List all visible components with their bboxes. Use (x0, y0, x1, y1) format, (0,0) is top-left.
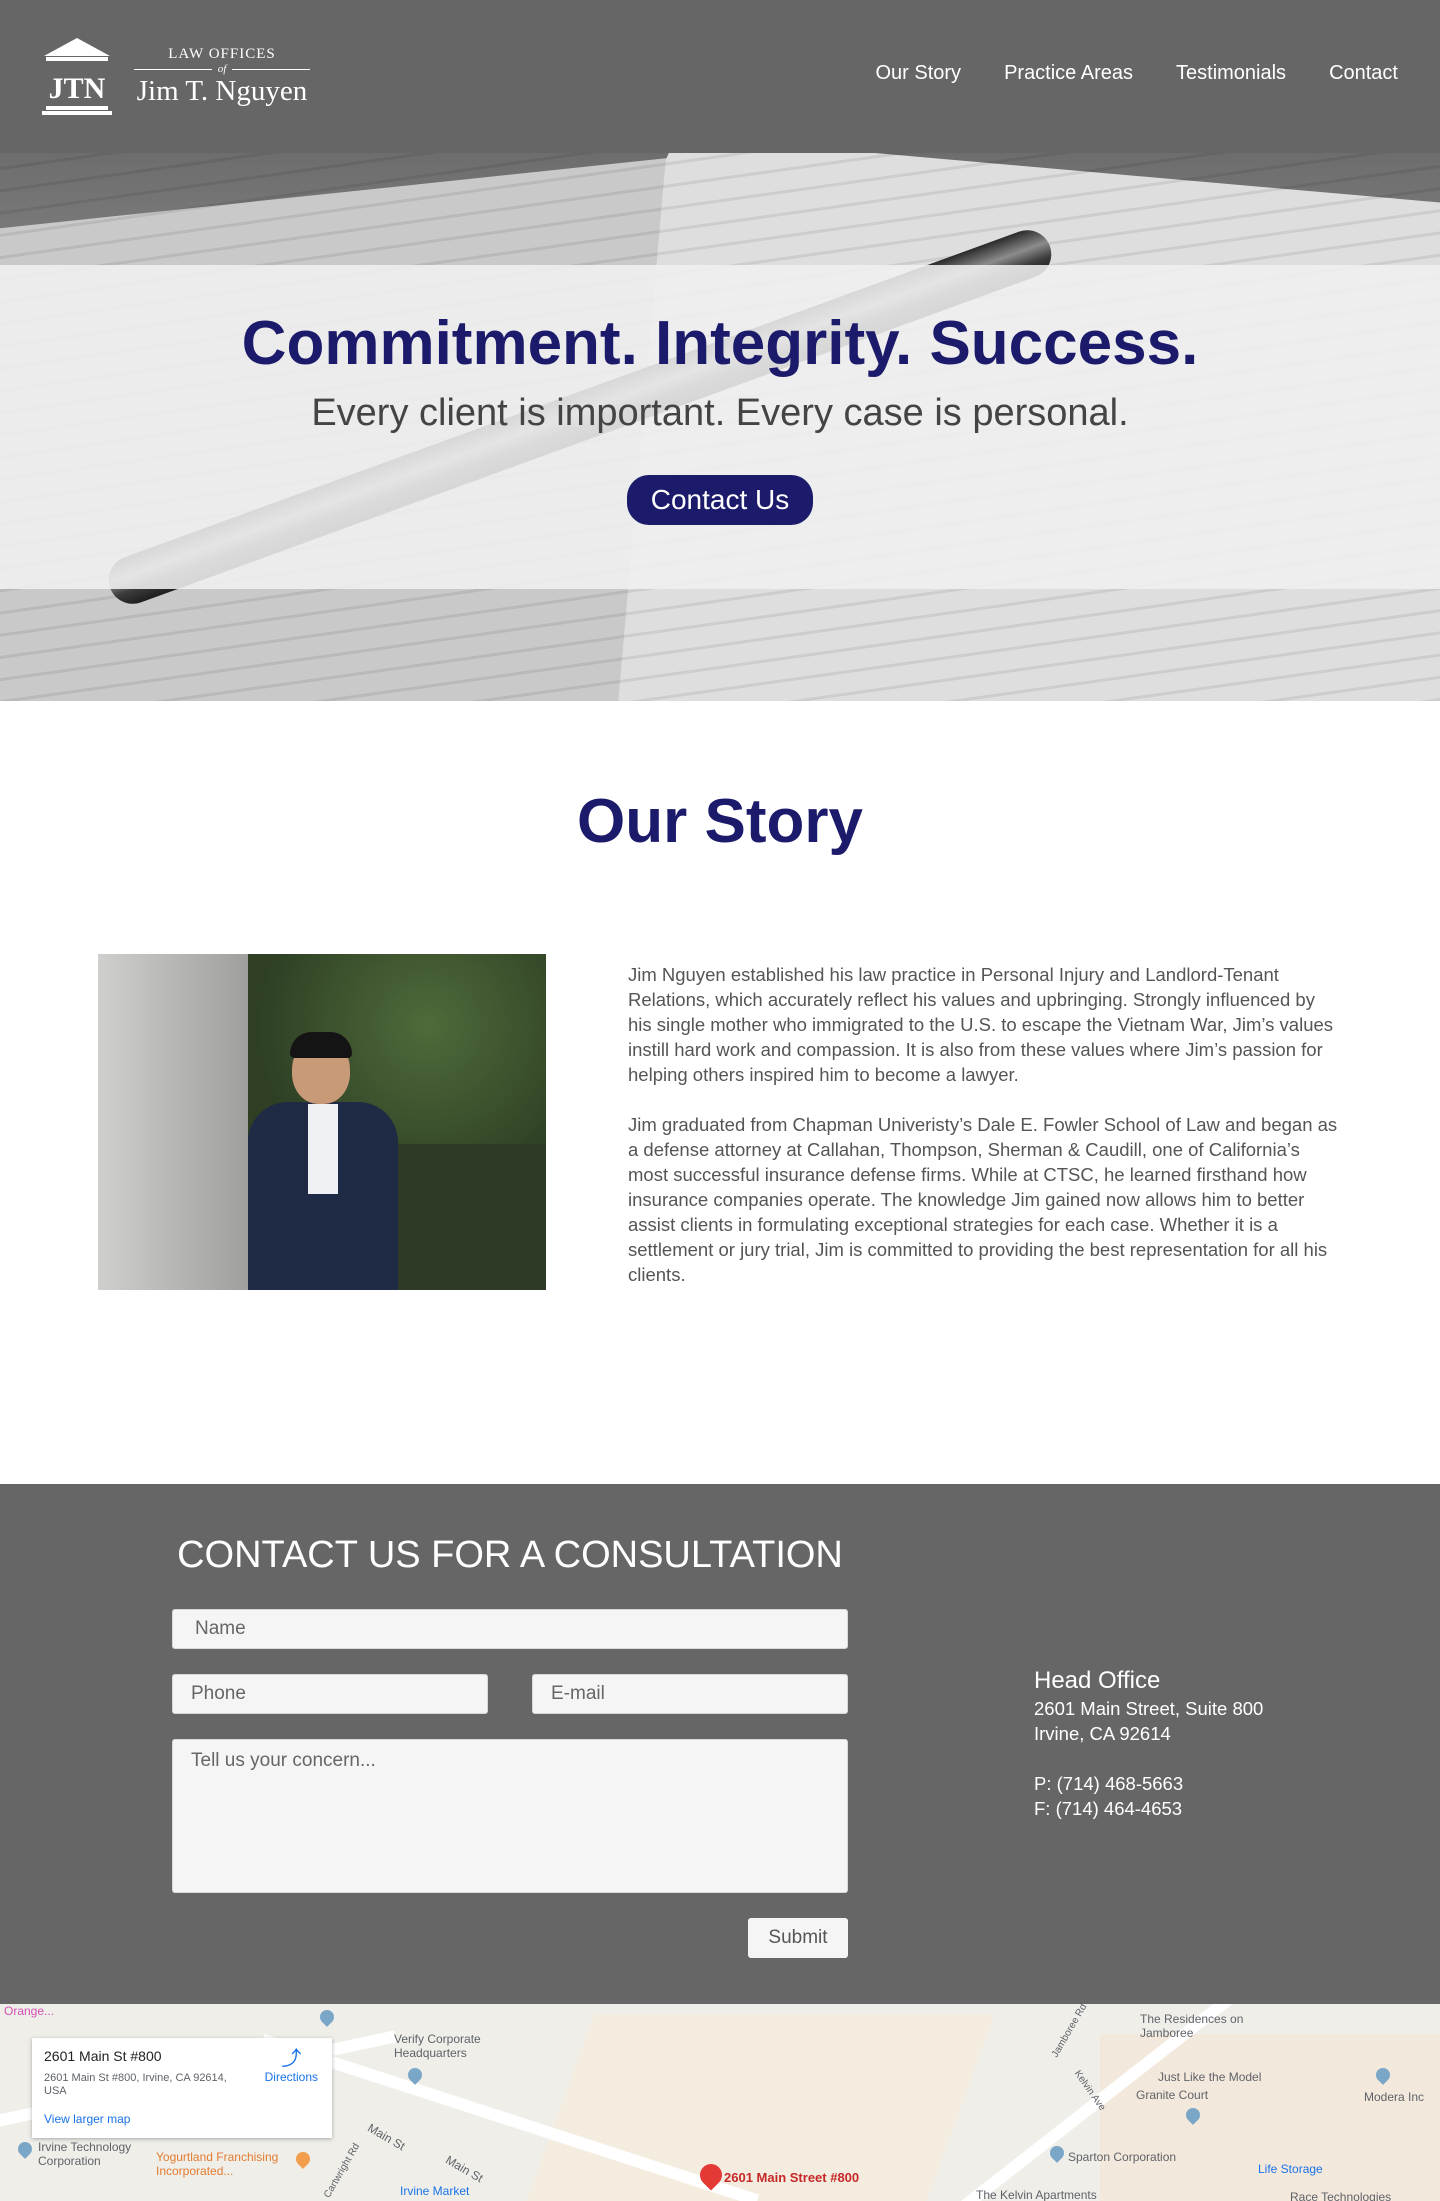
logo-law-offices: LAW OFFICES (168, 46, 276, 62)
map-label: The Kelvin Apartments (976, 2188, 1097, 2201)
hero-title: Commitment. Integrity. Success. (241, 309, 1199, 378)
map-label: Granite Court (1136, 2088, 1209, 2102)
contact-section: CONTACT US FOR A CONSULTATION Name Phone… (0, 1484, 1440, 2004)
hero-banner: Commitment. Integrity. Success. Every cl… (0, 265, 1440, 589)
logo-monogram: JTN (49, 72, 106, 105)
map-label: Just Like the Model (1158, 2070, 1262, 2084)
map-card-address: 2601 Main St #800, Irvine, CA 92614, USA (44, 2072, 227, 2097)
office-title: Head Office (1034, 1667, 1161, 1694)
office-address-line2: Irvine, CA 92614 (1034, 1723, 1171, 1744)
map-label: Orange... (4, 2004, 55, 2018)
email-input[interactable]: E-mail (532, 1674, 848, 1714)
google-map[interactable]: Orange... Verify Corporate Headquarters … (0, 2004, 1440, 2201)
map-label: Irvine Technology Corporation (38, 2140, 132, 2168)
logo-text: LAW OFFICES of Jim T. Nguyen (134, 45, 310, 107)
head-office-info: Head Office 2601 Main Street, Suite 800 … (1034, 1666, 1263, 1821)
logo-of: of (134, 63, 310, 75)
logo-name: Jim T. Nguyen (136, 75, 308, 107)
attorney-photo (98, 954, 546, 1290)
site-header: JTN LAW OFFICES of Jim T. Nguyen Our Sto… (0, 0, 1440, 153)
directions-label: Directions (264, 2070, 318, 2084)
submit-button[interactable]: Submit (748, 1918, 848, 1958)
courthouse-logo-icon: JTN (42, 38, 112, 115)
nav-practice-areas[interactable]: Practice Areas (1004, 62, 1133, 85)
map-label: Yogurtland Franchising Incorporated... (156, 2150, 279, 2178)
office-spacer (1034, 1746, 1263, 1771)
directions-button[interactable]: ⤴ Directions (265, 2048, 318, 2084)
map-label: Sparton Corporation (1068, 2150, 1177, 2164)
our-story-title: Our Story (577, 787, 863, 856)
map-label: Jamboree Rd (1049, 2004, 1090, 2060)
map-label: Verify Corporate Headquarters (394, 2032, 481, 2060)
office-address-line1: 2601 Main Street, Suite 800 (1034, 1698, 1264, 1719)
office-pin-label: 2601 Main Street #800 (724, 2170, 860, 2185)
phone-input[interactable]: Phone (172, 1674, 488, 1714)
hero-subtitle: Every client is important. Every case is… (311, 392, 1129, 434)
name-input[interactable]: Name (172, 1609, 848, 1649)
photo-hair (290, 1032, 352, 1058)
story-text: Jim Nguyen established his law practice … (628, 962, 1342, 1287)
map-place-pin-icon[interactable] (15, 2139, 35, 2159)
story-paragraph-1: Jim Nguyen established his law practice … (628, 964, 1334, 1085)
directions-icon: ⤴ (281, 2048, 302, 2070)
map-label: Main St (443, 2152, 486, 2186)
main-nav: Our Story Practice Areas Testimonials Co… (875, 62, 1398, 85)
office-phone[interactable]: P: (714) 468-5663 (1034, 1771, 1263, 1796)
concern-textarea[interactable]: Tell us your concern... (172, 1739, 848, 1893)
site-logo[interactable]: JTN LAW OFFICES of Jim T. Nguyen (42, 36, 310, 116)
map-label: The Residences on Jamboree (1140, 2012, 1244, 2040)
office-fax: F: (714) 464-4653 (1034, 1798, 1183, 1819)
story-paragraph-2: Jim graduated from Chapman Univeristy’s … (628, 1114, 1338, 1285)
view-larger-map-link[interactable]: View larger map (44, 2112, 320, 2126)
map-label: Modera Inc (1364, 2090, 1425, 2104)
map-label: Irvine Market (400, 2184, 470, 2198)
nav-our-story[interactable]: Our Story (875, 62, 961, 85)
logo-of-text: of (217, 63, 227, 75)
map-label: Race Technologies (1290, 2190, 1392, 2201)
photo-wall (98, 954, 258, 1290)
map-label: Life Storage (1258, 2162, 1323, 2176)
map-info-card: 2601 Main St #800 2601 Main St #800, Irv… (32, 2038, 332, 2138)
contact-us-button[interactable]: Contact Us (626, 475, 814, 525)
map-label: Main St (365, 2120, 408, 2154)
map-food-pin-icon[interactable] (293, 2149, 313, 2169)
nav-contact[interactable]: Contact (1329, 62, 1398, 85)
nav-testimonials[interactable]: Testimonials (1176, 62, 1286, 85)
photo-shirt (308, 1104, 338, 1194)
map-label: Cartwright Rd (322, 2141, 363, 2200)
hero-section: Commitment. Integrity. Success. Every cl… (0, 153, 1440, 701)
map-place-pin-icon[interactable] (317, 2007, 337, 2027)
contact-title: CONTACT US FOR A CONSULTATION (177, 1534, 843, 1576)
